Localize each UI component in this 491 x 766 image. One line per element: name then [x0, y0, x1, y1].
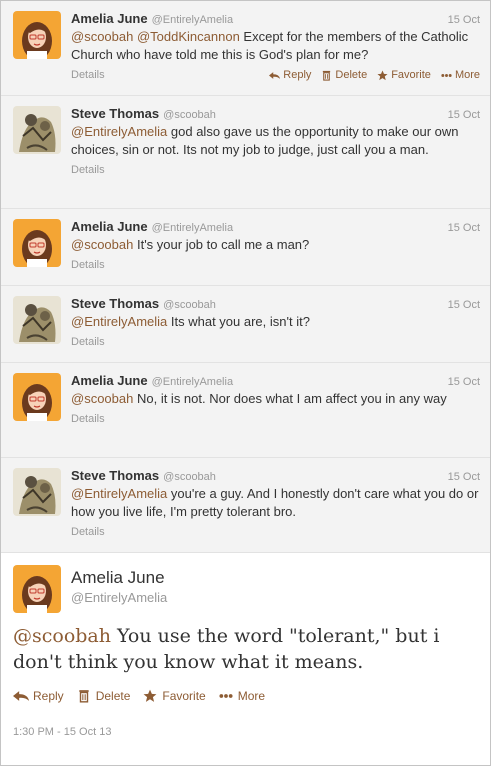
tweet-actions: Reply Delete Favorite More: [269, 69, 480, 81]
more-button[interactable]: More: [218, 689, 265, 703]
favorite-label: Favorite: [391, 69, 431, 81]
reply-label: Reply: [33, 689, 64, 703]
favorite-button[interactable]: Favorite: [377, 69, 431, 81]
tweet-author-handle[interactable]: @EntirelyAmelia: [152, 374, 233, 390]
tweet-author-handle[interactable]: @scoobah: [163, 107, 216, 123]
tweet-text: @scoobah No, it is not. Nor does what I …: [71, 390, 480, 408]
avatar[interactable]: [13, 11, 61, 59]
mention-link[interactable]: @EntirelyAmelia: [71, 486, 167, 501]
tweet-item[interactable]: Steve Thomas @scoobah 15 Oct @EntirelyAm…: [1, 286, 490, 363]
mention-link[interactable]: @scoobah: [13, 625, 111, 647]
tweet-time[interactable]: 15 Oct: [448, 220, 480, 236]
mention-link[interactable]: @EntirelyAmelia: [71, 124, 167, 139]
avatar[interactable]: [13, 296, 61, 344]
main-author-name[interactable]: Amelia June: [71, 568, 165, 588]
tweet-text: @EntirelyAmelia Its what you are, isn't …: [71, 313, 480, 331]
delete-label: Delete: [335, 69, 368, 81]
tweet-author-name[interactable]: Steve Thomas: [71, 106, 159, 122]
more-button[interactable]: More: [441, 69, 480, 81]
main-tweet-text: @scoobah You use the word "tolerant," bu…: [13, 623, 473, 675]
tweet-author-handle[interactable]: @scoobah: [163, 297, 216, 313]
tweet-time[interactable]: 15 Oct: [448, 107, 480, 123]
details-link[interactable]: Details: [71, 526, 105, 538]
delete-button[interactable]: Delete: [76, 689, 131, 703]
avatar[interactable]: [13, 373, 61, 421]
reply-arrow-icon: [269, 71, 281, 79]
mention-link[interactable]: @scoobah: [71, 29, 133, 44]
more-label: More: [454, 69, 480, 81]
tweet-author-name[interactable]: Amelia June: [71, 11, 148, 27]
more-dots-icon: [441, 73, 452, 77]
tweet-author-name[interactable]: Steve Thomas: [71, 296, 159, 312]
main-author-handle[interactable]: @EntirelyAmelia: [71, 590, 167, 605]
tweet-author-name[interactable]: Amelia June: [71, 219, 148, 235]
details-link[interactable]: Details: [71, 164, 105, 176]
main-timestamp[interactable]: 1:30 PM - 15 Oct 13: [13, 726, 111, 738]
details-link[interactable]: Details: [71, 336, 105, 348]
mention-link[interactable]: @scoobah: [71, 391, 133, 406]
tweet-item[interactable]: Amelia June @EntirelyAmelia 15 Oct @scoo…: [1, 1, 490, 96]
tweet-author-handle[interactable]: @EntirelyAmelia: [152, 12, 233, 28]
reply-label: Reply: [283, 69, 312, 81]
favorite-label: Favorite: [162, 689, 206, 703]
tweet-text: @EntirelyAmelia god also gave us the opp…: [71, 123, 480, 159]
tweet-author-name[interactable]: Steve Thomas: [71, 468, 159, 484]
trash-icon: [322, 69, 332, 81]
mention-link[interactable]: @scoobah: [71, 237, 133, 252]
details-link[interactable]: Details: [71, 69, 105, 81]
reply-button[interactable]: Reply: [13, 689, 64, 703]
main-actions: Reply Delete Favorite More: [13, 689, 265, 703]
star-icon: [377, 69, 388, 80]
favorite-button[interactable]: Favorite: [142, 689, 206, 703]
tweet-item[interactable]: Steve Thomas @scoobah 15 Oct @EntirelyAm…: [1, 96, 490, 209]
avatar[interactable]: [13, 565, 61, 613]
tweet-item[interactable]: Amelia June @EntirelyAmelia 15 Oct @scoo…: [1, 209, 490, 286]
star-icon: [143, 689, 157, 702]
avatar[interactable]: [13, 219, 61, 267]
tweet-item[interactable]: Amelia June @EntirelyAmelia 15 Oct @scoo…: [1, 363, 490, 458]
details-link[interactable]: Details: [71, 413, 105, 425]
conversation-panel: Amelia June @EntirelyAmelia 15 Oct @scoo…: [0, 0, 491, 766]
tweet-author-name[interactable]: Amelia June: [71, 373, 148, 389]
main-tweet: Amelia June @EntirelyAmelia @scoobah You…: [1, 553, 490, 752]
tweet-body: It's your job to call me a man?: [133, 237, 310, 252]
avatar[interactable]: [13, 106, 61, 154]
more-label: More: [237, 689, 266, 703]
details-link[interactable]: Details: [71, 259, 105, 271]
mention-link[interactable]: @EntirelyAmelia: [71, 314, 167, 329]
tweet-body: No, it is not. Nor does what I am affect…: [133, 391, 447, 406]
tweet-text: @scoobah It's your job to call me a man?: [71, 236, 480, 254]
tweet-time[interactable]: 15 Oct: [448, 469, 480, 485]
tweet-author-handle[interactable]: @scoobah: [163, 469, 216, 485]
tweet-item[interactable]: Steve Thomas @scoobah 15 Oct @EntirelyAm…: [1, 458, 490, 553]
more-dots-icon: [219, 694, 233, 698]
tweet-time[interactable]: 15 Oct: [448, 297, 480, 313]
delete-label: Delete: [95, 689, 131, 703]
tweet-time[interactable]: 15 Oct: [448, 12, 480, 28]
trash-icon: [78, 689, 90, 703]
tweet-body: Its what you are, isn't it?: [167, 314, 310, 329]
avatar[interactable]: [13, 468, 61, 516]
tweet-author-handle[interactable]: @EntirelyAmelia: [152, 220, 233, 236]
tweet-text: @scoobah @ToddKincannon Except for the m…: [71, 28, 480, 64]
tweet-time[interactable]: 15 Oct: [448, 374, 480, 390]
reply-arrow-icon: [13, 691, 29, 701]
tweet-text: @EntirelyAmelia you're a guy. And I hone…: [71, 485, 480, 521]
mention-link[interactable]: @ToddKincannon: [137, 29, 240, 44]
delete-button[interactable]: Delete: [321, 69, 367, 81]
reply-button[interactable]: Reply: [269, 69, 311, 81]
